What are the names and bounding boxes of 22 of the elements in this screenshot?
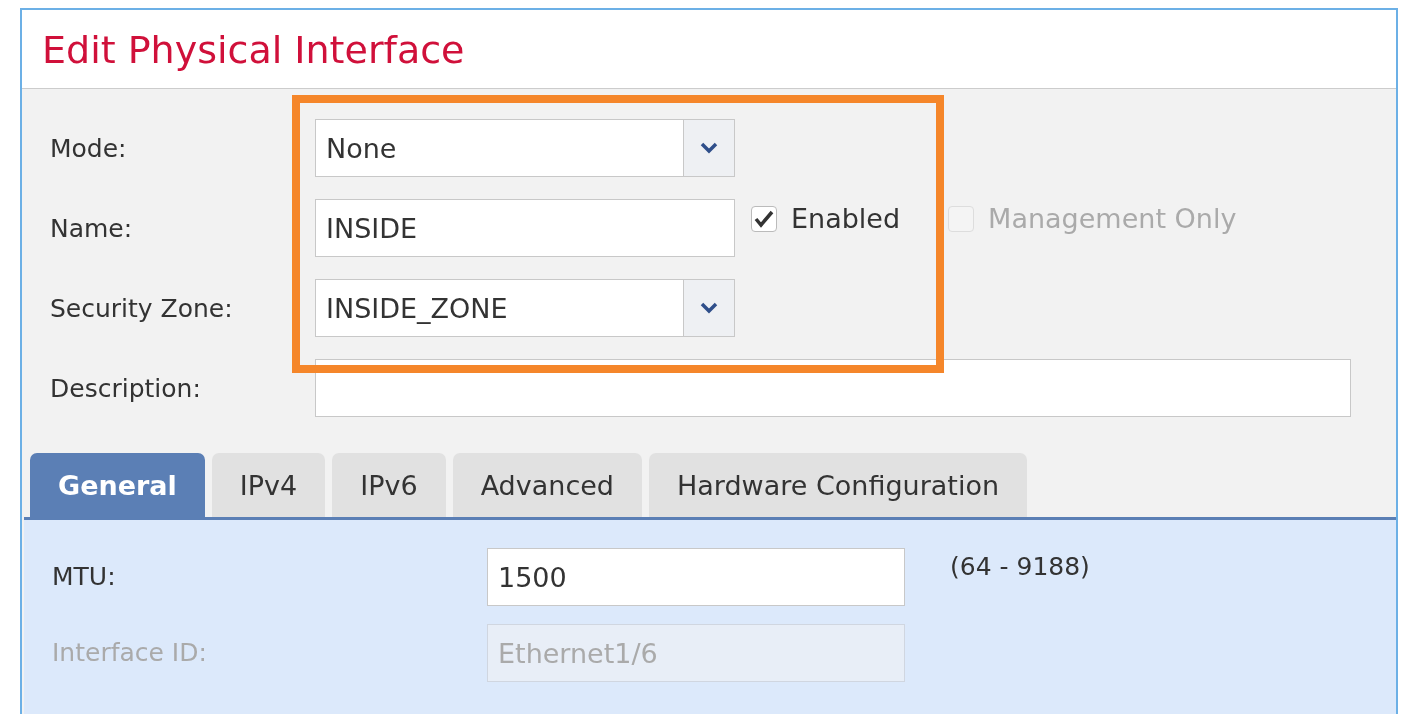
field-label: Security Zone: <box>50 293 234 323</box>
tab[interactable]: General <box>30 453 205 517</box>
tab[interactable]: Advanced <box>452 453 642 517</box>
range-hint: (64 - 9188) <box>950 552 1090 581</box>
dropdown[interactable]: None <box>315 119 735 177</box>
tab[interactable]: IPv4 <box>211 453 326 517</box>
field-label: MTU: <box>51 561 117 591</box>
field-label: Name: <box>50 213 134 243</box>
tab[interactable]: Hardware Configuration <box>649 453 1028 517</box>
field-label: Interface ID: <box>51 637 208 667</box>
checkbox-option[interactable]: Enabled <box>751 203 901 234</box>
tab[interactable]: IPv6 <box>332 453 446 517</box>
field-label: Mode: <box>50 133 128 163</box>
dropdown[interactable]: INSIDE_ZONE <box>315 279 735 337</box>
caret-icon <box>700 142 718 154</box>
dialog-title: Edit Physical Interface <box>41 27 466 74</box>
field-label: Description: <box>50 373 202 403</box>
description-field[interactable] <box>315 359 1351 417</box>
check-icon <box>754 209 774 228</box>
name-field[interactable]: INSIDE <box>315 199 735 257</box>
caret-icon <box>700 302 718 314</box>
input-field[interactable]: 1500 <box>487 548 905 606</box>
